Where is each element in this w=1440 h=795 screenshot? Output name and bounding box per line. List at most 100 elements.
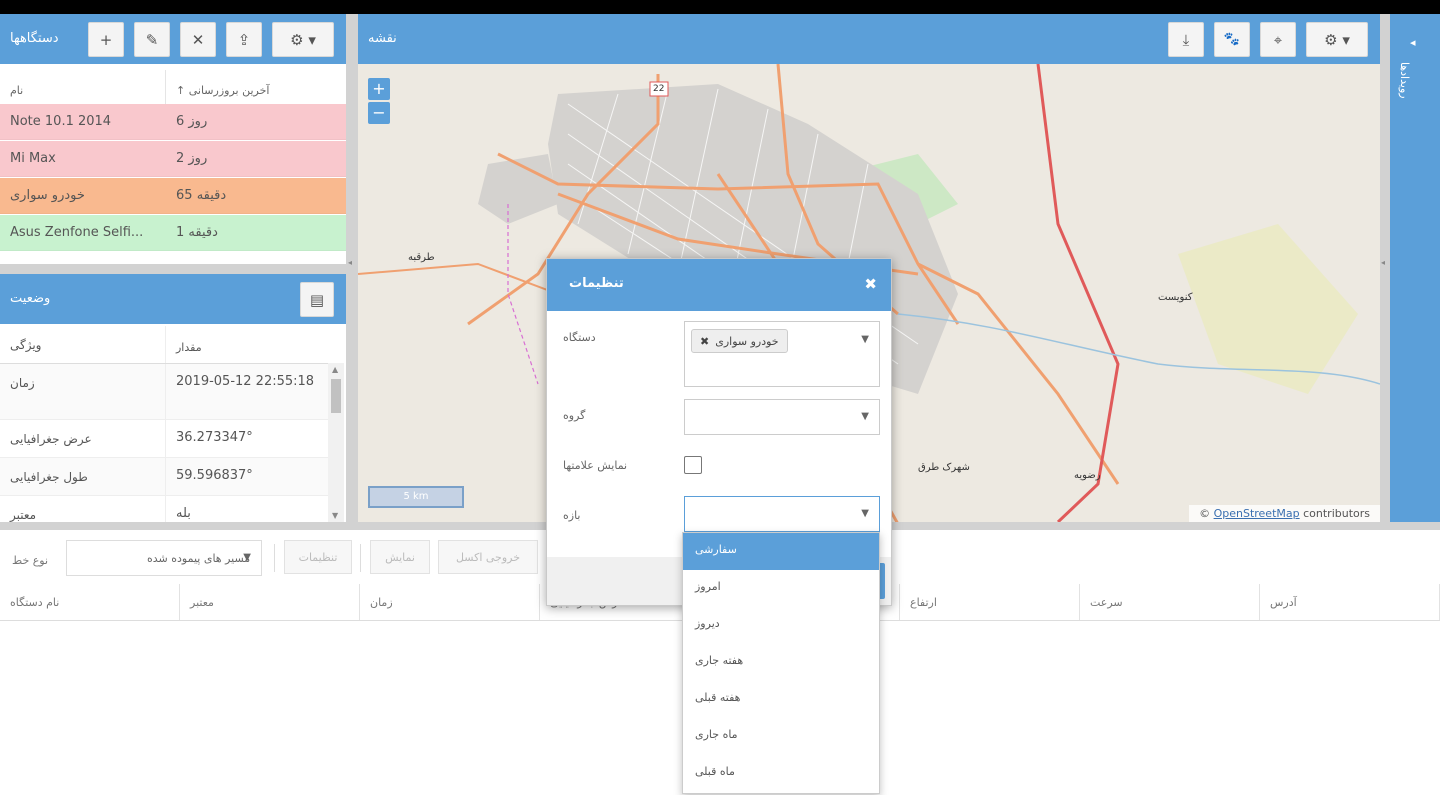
divider xyxy=(274,544,275,572)
report-column-header[interactable]: معتبر xyxy=(180,584,360,620)
column-attribute[interactable]: ویژگی xyxy=(0,326,166,363)
state-header: وضعیت ▤ xyxy=(0,274,346,324)
state-attribute: طول جغرافیایی xyxy=(0,458,166,495)
device-name: Asus Zenfone Selfi... xyxy=(10,225,144,240)
osm-link[interactable]: OpenStreetMap xyxy=(1214,507,1300,520)
collapse-left-icon[interactable]: ◂ xyxy=(348,258,352,267)
period-option[interactable]: هفته جاری xyxy=(683,644,879,681)
period-option[interactable]: ماه قبلی xyxy=(683,755,879,792)
device-field-label: دستگاه xyxy=(563,331,596,344)
zoom-in-button[interactable]: + xyxy=(368,78,390,100)
events-sidebar-collapsed[interactable]: ◂ رویدادها xyxy=(1390,14,1440,522)
report-column-header[interactable]: نام دستگاه xyxy=(0,584,180,620)
report-show-button[interactable]: نمایش xyxy=(370,540,430,574)
device-last-update: 2 روز xyxy=(176,151,208,166)
chevron-down-icon: ▼ xyxy=(861,508,869,519)
period-dropdown-list: سفارشی امروز دیروز هفته جاری هفته قبلی ماه جا… xyxy=(682,532,880,794)
list-icon: ▤ xyxy=(309,290,325,309)
device-multiselect[interactable]: ✖ خودرو سواری ▼ xyxy=(684,321,880,387)
place-label-torqabeh: طرقبه xyxy=(408,252,435,263)
device-last-update: 1 دقیقه xyxy=(176,225,218,240)
close-icon: ✕ xyxy=(191,30,205,49)
device-row[interactable]: خودرو سواری 65 دقیقه xyxy=(0,178,346,214)
pencil-icon: ✎ xyxy=(145,30,159,49)
history-button[interactable]: 🐾 xyxy=(1214,22,1250,57)
scroll-up-icon[interactable]: ▲ xyxy=(332,365,338,374)
state-row[interactable]: عرض جغرافیایی 36.273347° xyxy=(0,420,328,458)
expand-events-icon[interactable]: ◂ xyxy=(1410,36,1416,49)
attribution-prefix: © xyxy=(1199,507,1214,520)
report-type-label: نوع خط xyxy=(12,554,49,567)
command-device-button[interactable]: ⇪ xyxy=(226,22,262,57)
period-option[interactable]: سفارشی xyxy=(683,533,879,570)
device-settings-menu-button[interactable]: ⚙ ▾ xyxy=(272,22,334,57)
state-value: بله xyxy=(176,506,191,521)
right-splitter[interactable]: ◂ xyxy=(1380,14,1390,522)
report-type-value: مسیر های پیموده شده xyxy=(147,552,251,565)
period-select[interactable]: ▼ xyxy=(684,496,880,532)
gear-icon: ⚙ ▾ xyxy=(1324,30,1350,49)
follow-button[interactable]: ⤓ xyxy=(1168,22,1204,57)
events-sidebar-label: رویدادها xyxy=(1398,62,1411,99)
period-option[interactable]: دیروز xyxy=(683,607,879,644)
report-column-header[interactable]: ارتفاع xyxy=(900,584,1080,620)
report-column-header[interactable]: آدرس xyxy=(1260,584,1440,620)
chevron-down-icon: ▼ xyxy=(861,411,869,422)
divider xyxy=(360,544,361,572)
device-row[interactable]: Mi Max 2 روز xyxy=(0,141,346,177)
period-option[interactable]: امروز xyxy=(683,570,879,607)
device-name: Mi Max xyxy=(10,151,56,166)
report-settings-button[interactable]: تنظیمات xyxy=(284,540,352,574)
scrollbar-thumb[interactable] xyxy=(331,379,341,413)
show-markers-checkbox[interactable] xyxy=(684,456,702,474)
report-type-select[interactable]: مسیر های پیموده شده ▼ xyxy=(66,540,262,576)
state-value: 2019-05-12 22:55:18 xyxy=(176,374,315,389)
device-row[interactable]: Note 10.1 2014 6 روز xyxy=(0,104,346,140)
remove-device-button[interactable]: ✕ xyxy=(180,22,216,57)
scale-bar: 5 km xyxy=(368,486,464,508)
state-grid-header: ویژگی مقدار xyxy=(0,326,328,364)
place-label-razavieh: رضویه xyxy=(1074,470,1101,481)
column-value[interactable]: مقدار xyxy=(166,326,328,363)
add-device-button[interactable]: + xyxy=(88,22,124,57)
window-top-bar xyxy=(0,0,1440,14)
left-horizontal-splitter[interactable] xyxy=(0,264,346,274)
report-column-header[interactable]: سرعت xyxy=(1080,584,1260,620)
download-icon: ⤓ xyxy=(1182,30,1190,49)
state-title: وضعیت xyxy=(10,291,51,306)
geofence-button[interactable]: ⌖ xyxy=(1260,22,1296,57)
scroll-down-icon[interactable]: ▼ xyxy=(332,511,338,520)
state-row[interactable]: معتبر بله xyxy=(0,496,328,522)
state-scrollbar[interactable]: ▲ ▼ xyxy=(328,363,344,522)
collapse-right-icon[interactable]: ◂ xyxy=(1381,258,1385,267)
device-name: خودرو سواری xyxy=(10,188,85,203)
device-row[interactable]: Asus Zenfone Selfi... 1 دقیقه xyxy=(0,215,346,251)
report-export-button[interactable]: خروجی اکسل xyxy=(438,540,538,574)
zoom-out-button[interactable]: − xyxy=(368,102,390,124)
gear-icon: ⚙ ▾ xyxy=(290,30,316,49)
plus-icon: + xyxy=(99,30,113,49)
edit-device-button[interactable]: ✎ xyxy=(134,22,170,57)
chevron-down-icon: ▼ xyxy=(243,552,251,563)
device-name: Note 10.1 2014 xyxy=(10,114,112,129)
group-field-label: گروه xyxy=(563,409,586,422)
state-value: 59.596837° xyxy=(176,468,253,483)
state-row[interactable]: زمان 2019-05-12 22:55:18 xyxy=(0,364,328,420)
chevron-down-icon: ▼ xyxy=(861,334,869,345)
settings-dialog-header: تنظیمات ✖ xyxy=(547,259,891,311)
period-option[interactable]: هفته قبلی xyxy=(683,681,879,718)
group-select[interactable]: ▼ xyxy=(684,399,880,435)
report-column-header[interactable]: زمان xyxy=(360,584,540,620)
state-toggle-button[interactable]: ▤ xyxy=(300,282,334,317)
period-option[interactable]: ماه جاری xyxy=(683,718,879,755)
left-splitter[interactable]: ◂ xyxy=(346,14,358,522)
attribution-suffix: contributors xyxy=(1299,507,1370,520)
tag-remove-icon[interactable]: ✖ xyxy=(700,335,709,348)
place-label-kenvist: کنویست xyxy=(1158,292,1193,303)
map-settings-menu-button[interactable]: ⚙ ▾ xyxy=(1306,22,1368,57)
state-row[interactable]: طول جغرافیایی 59.596837° xyxy=(0,458,328,496)
device-last-update: 6 روز xyxy=(176,114,208,129)
device-last-update: 65 دقیقه xyxy=(176,188,227,203)
map-title: نقشه xyxy=(368,31,397,46)
close-icon[interactable]: ✖ xyxy=(864,275,877,293)
